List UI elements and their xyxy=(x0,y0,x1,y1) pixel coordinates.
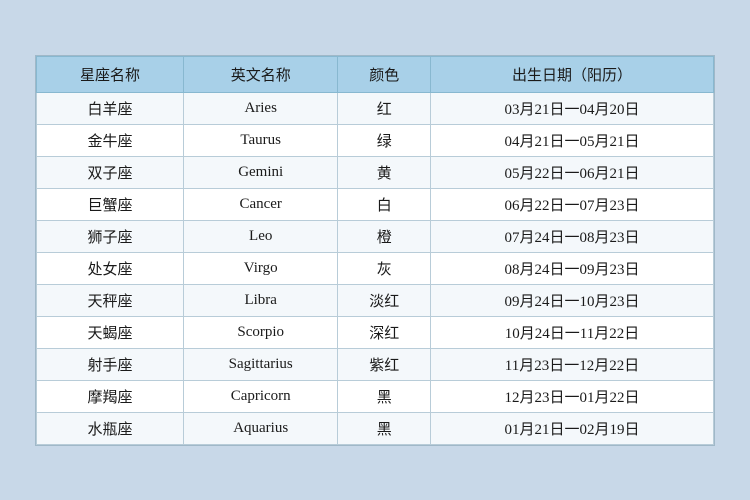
cell-english-name: Capricorn xyxy=(183,380,337,412)
cell-english-name: Scorpio xyxy=(183,316,337,348)
header-color: 颜色 xyxy=(338,56,431,92)
cell-color: 绿 xyxy=(338,124,431,156)
cell-english-name: Aquarius xyxy=(183,412,337,444)
table-body: 白羊座Aries红03月21日一04月20日金牛座Taurus绿04月21日一0… xyxy=(37,92,714,444)
table-row: 天秤座Libra淡红09月24日一10月23日 xyxy=(37,284,714,316)
cell-color: 淡红 xyxy=(338,284,431,316)
cell-dates: 01月21日一02月19日 xyxy=(430,412,713,444)
cell-english-name: Virgo xyxy=(183,252,337,284)
cell-color: 白 xyxy=(338,188,431,220)
cell-chinese-name: 白羊座 xyxy=(37,92,184,124)
cell-color: 红 xyxy=(338,92,431,124)
cell-color: 橙 xyxy=(338,220,431,252)
zodiac-table-container: 星座名称 英文名称 颜色 出生日期（阳历） 白羊座Aries红03月21日一04… xyxy=(35,55,715,446)
cell-dates: 09月24日一10月23日 xyxy=(430,284,713,316)
cell-chinese-name: 天蝎座 xyxy=(37,316,184,348)
cell-chinese-name: 狮子座 xyxy=(37,220,184,252)
cell-english-name: Cancer xyxy=(183,188,337,220)
cell-english-name: Libra xyxy=(183,284,337,316)
table-row: 狮子座Leo橙07月24日一08月23日 xyxy=(37,220,714,252)
cell-chinese-name: 处女座 xyxy=(37,252,184,284)
cell-dates: 10月24日一11月22日 xyxy=(430,316,713,348)
cell-english-name: Leo xyxy=(183,220,337,252)
cell-color: 黑 xyxy=(338,380,431,412)
zodiac-table: 星座名称 英文名称 颜色 出生日期（阳历） 白羊座Aries红03月21日一04… xyxy=(36,56,714,445)
cell-dates: 11月23日一12月22日 xyxy=(430,348,713,380)
table-row: 水瓶座Aquarius黑01月21日一02月19日 xyxy=(37,412,714,444)
cell-chinese-name: 射手座 xyxy=(37,348,184,380)
table-row: 白羊座Aries红03月21日一04月20日 xyxy=(37,92,714,124)
cell-chinese-name: 巨蟹座 xyxy=(37,188,184,220)
cell-english-name: Aries xyxy=(183,92,337,124)
cell-color: 黄 xyxy=(338,156,431,188)
cell-color: 紫红 xyxy=(338,348,431,380)
cell-dates: 03月21日一04月20日 xyxy=(430,92,713,124)
cell-dates: 12月23日一01月22日 xyxy=(430,380,713,412)
cell-dates: 04月21日一05月21日 xyxy=(430,124,713,156)
table-row: 射手座Sagittarius紫红11月23日一12月22日 xyxy=(37,348,714,380)
cell-chinese-name: 摩羯座 xyxy=(37,380,184,412)
cell-dates: 07月24日一08月23日 xyxy=(430,220,713,252)
cell-color: 灰 xyxy=(338,252,431,284)
table-row: 金牛座Taurus绿04月21日一05月21日 xyxy=(37,124,714,156)
cell-chinese-name: 水瓶座 xyxy=(37,412,184,444)
cell-chinese-name: 金牛座 xyxy=(37,124,184,156)
header-dates: 出生日期（阳历） xyxy=(430,56,713,92)
cell-color: 黑 xyxy=(338,412,431,444)
cell-chinese-name: 天秤座 xyxy=(37,284,184,316)
cell-english-name: Sagittarius xyxy=(183,348,337,380)
cell-dates: 05月22日一06月21日 xyxy=(430,156,713,188)
cell-color: 深红 xyxy=(338,316,431,348)
table-row: 双子座Gemini黄05月22日一06月21日 xyxy=(37,156,714,188)
cell-dates: 06月22日一07月23日 xyxy=(430,188,713,220)
table-row: 天蝎座Scorpio深红10月24日一11月22日 xyxy=(37,316,714,348)
header-english-name: 英文名称 xyxy=(183,56,337,92)
cell-english-name: Gemini xyxy=(183,156,337,188)
table-row: 巨蟹座Cancer白06月22日一07月23日 xyxy=(37,188,714,220)
table-row: 处女座Virgo灰08月24日一09月23日 xyxy=(37,252,714,284)
cell-english-name: Taurus xyxy=(183,124,337,156)
cell-dates: 08月24日一09月23日 xyxy=(430,252,713,284)
header-chinese-name: 星座名称 xyxy=(37,56,184,92)
cell-chinese-name: 双子座 xyxy=(37,156,184,188)
table-header-row: 星座名称 英文名称 颜色 出生日期（阳历） xyxy=(37,56,714,92)
table-row: 摩羯座Capricorn黑12月23日一01月22日 xyxy=(37,380,714,412)
